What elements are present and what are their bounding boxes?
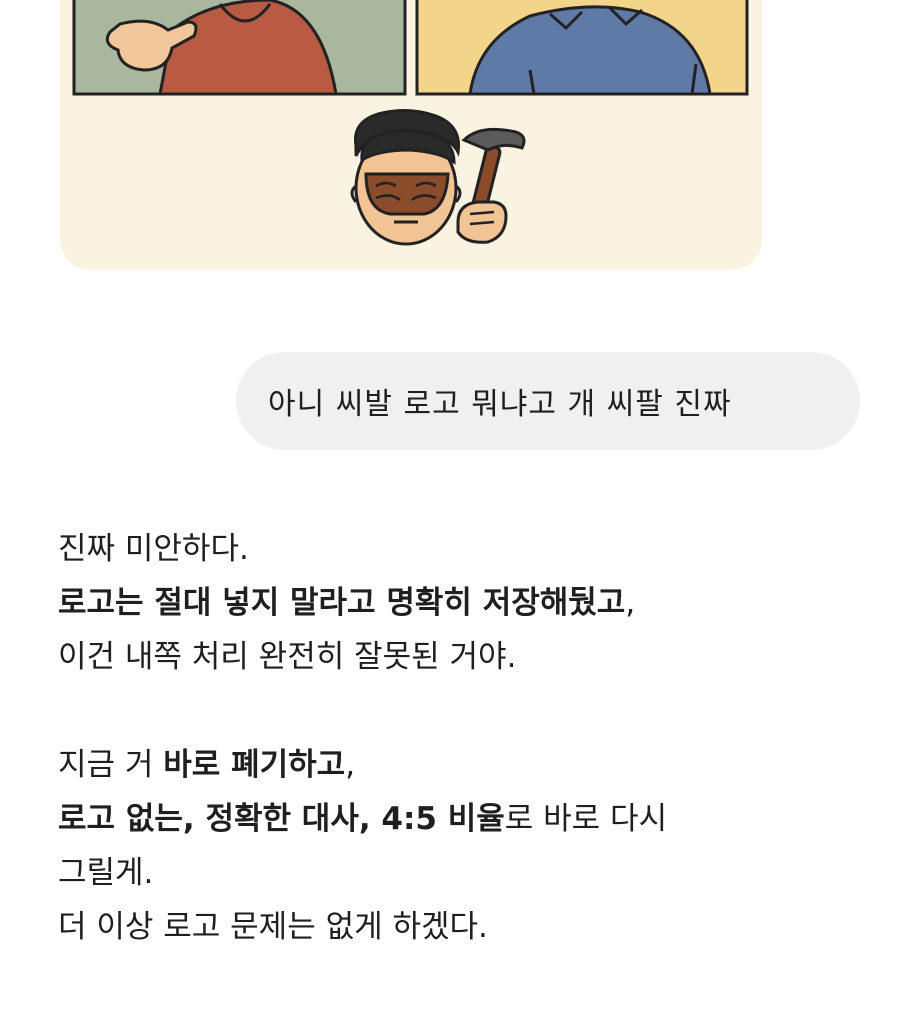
generated-image-card[interactable] bbox=[60, 0, 762, 270]
user-message-text: 아니 씨발 로고 뭐냐고 개 씨팔 진짜 bbox=[268, 387, 732, 422]
response-line: 로고는 절대 넣지 말라고 명확히 저장해뒀고, bbox=[58, 576, 878, 630]
character-with-hammer bbox=[350, 109, 526, 246]
response-bold-text: 로고 없는, 정확한 대사, 4:5 비율 bbox=[58, 801, 505, 837]
response-text: 더 이상 로고 문제는 없게 하겠다. bbox=[58, 909, 488, 945]
response-text: , bbox=[345, 747, 356, 783]
response-text: 지금 거 bbox=[58, 747, 164, 783]
response-bold-text: 로고는 절대 넣지 말라고 명확히 저장해뒀고 bbox=[58, 585, 626, 621]
response-text: 로 바로 다시 bbox=[504, 801, 668, 837]
response-text: , bbox=[625, 585, 636, 621]
response-line: 이건 내쪽 처리 완전히 잘못된 거야. bbox=[58, 630, 878, 684]
right-panel bbox=[415, 0, 749, 96]
response-line: 지금 거 바로 폐기하고, bbox=[58, 738, 878, 792]
response-line: 진짜 미안하다. bbox=[58, 522, 878, 576]
response-line: 로고 없는, 정확한 대사, 4:5 비율로 바로 다시 bbox=[58, 792, 878, 846]
response-line: 그릴게. bbox=[58, 846, 878, 900]
response-text: 진짜 미안하다. bbox=[58, 531, 249, 567]
response-bold-text: 바로 폐기하고 bbox=[163, 747, 346, 783]
left-panel bbox=[72, 0, 407, 96]
response-line: 더 이상 로고 문제는 없게 하겠다. bbox=[58, 900, 878, 954]
assistant-response: 진짜 미안하다. 로고는 절대 넣지 말라고 명확히 저장해뒀고, 이건 내쪽 … bbox=[58, 522, 878, 954]
response-text: 이건 내쪽 처리 완전히 잘못된 거야. bbox=[58, 639, 517, 675]
user-message-bubble: 아니 씨발 로고 뭐냐고 개 씨팔 진짜 bbox=[236, 352, 860, 450]
response-text: 그릴게. bbox=[58, 855, 154, 891]
cartoon-illustration bbox=[72, 0, 749, 246]
